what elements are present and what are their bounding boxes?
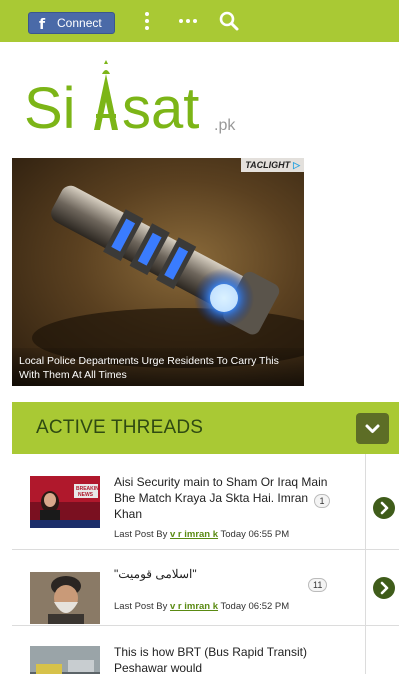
advertisement[interactable]: TACLIGHT ▷ Local Police Departments Urge… [12, 158, 304, 386]
ad-choices-icon[interactable]: ▷ [293, 160, 300, 171]
facebook-icon: f [38, 17, 46, 33]
thread-meta: Last Post By v r imran k Today 06:52 PM [114, 601, 289, 612]
thread-user-link[interactable]: v r imran k [170, 601, 218, 612]
svg-text:.pk: .pk [214, 117, 236, 134]
thread-thumbnail[interactable] [30, 572, 100, 624]
svg-text:NEWS: NEWS [78, 492, 94, 498]
thread-thumbnail[interactable]: BREAKING NEWS [30, 476, 100, 528]
thread-thumbnail[interactable] [30, 646, 100, 674]
collapse-button[interactable] [356, 413, 389, 444]
reply-count-badge: 11 [308, 578, 328, 592]
last-post-label: Last Post By [114, 529, 168, 540]
thread-title[interactable]: Aisi Security main to Sham Or Iraq Main … [114, 474, 329, 522]
minaret-icon [94, 60, 118, 130]
top-bar: f Connect [0, 0, 399, 42]
thread-time: Today 06:55 PM [220, 529, 290, 540]
last-post-label: Last Post By [114, 601, 168, 612]
reply-count-badge: 1 [314, 494, 330, 508]
svg-text:Si: Si [24, 76, 76, 140]
active-threads-title: ACTIVE THREADS [36, 417, 204, 438]
thread-item[interactable]: This is how BRT (Bus Rapid Transit) Pesh… [12, 626, 399, 674]
connect-label: Connect [57, 16, 102, 30]
go-arrow-icon[interactable] [372, 496, 396, 520]
svg-text:sat: sat [122, 76, 199, 140]
thread-user-link[interactable]: v r imran k [170, 529, 218, 540]
kebab-menu-icon[interactable] [136, 10, 158, 32]
thread-item[interactable]: "اسلامی قومیت" Last Post By v r imran k … [12, 550, 399, 626]
siasat-logo[interactable]: Si sat .pk [24, 58, 254, 141]
thread-meta: Last Post By v r imran k Today 06:55 PM [114, 529, 289, 540]
ad-caption[interactable]: Local Police Departments Urge Residents … [12, 348, 304, 386]
thread-item[interactable]: BREAKING NEWS Aisi Security main to Sham… [12, 454, 399, 550]
chevron-down-icon [365, 424, 380, 433]
facebook-connect-button[interactable]: f Connect [28, 12, 115, 34]
more-icon[interactable] [177, 10, 199, 32]
thread-title[interactable]: This is how BRT (Bus Rapid Transit) Pesh… [114, 644, 329, 674]
thread-title[interactable]: "اسلامی قومیت" [114, 566, 329, 582]
ad-brand-label: TACLIGHT [245, 160, 291, 170]
thread-time: Today 06:52 PM [220, 601, 290, 612]
go-arrow-icon[interactable] [372, 576, 396, 600]
thread-list: BREAKING NEWS Aisi Security main to Sham… [12, 454, 399, 674]
active-threads-header: ACTIVE THREADS [12, 402, 399, 454]
search-icon[interactable] [218, 10, 240, 32]
ad-brand-badge: TACLIGHT ▷ [241, 158, 304, 172]
